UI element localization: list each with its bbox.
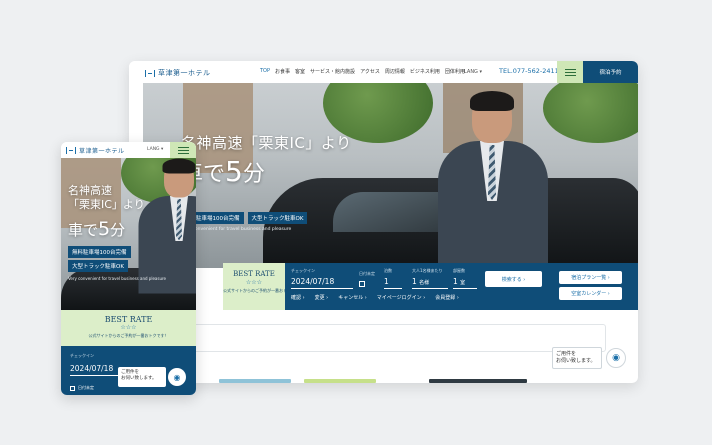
hotel-name: 草津第一ホテル: [158, 69, 211, 77]
best-rate-title: BEST RATE: [233, 270, 275, 278]
content-thumb: [304, 379, 376, 383]
nav-item-group[interactable]: 団体利用: [445, 68, 465, 75]
logo-mark-icon: [66, 147, 76, 154]
mobile-best-rate-panel: BEST RATE ☆☆☆ 公式サイトからのご予約が一番おトクです！: [61, 310, 196, 346]
mobile-hero-badges: 無料駐車場100台完備 大型トラック駐車OK: [68, 246, 131, 272]
chat-bubble[interactable]: ご用件を お伺い致します。: [552, 347, 602, 369]
parking-badge: 無料駐車場100台完備: [68, 246, 131, 258]
search-button[interactable]: 検索する ›: [485, 271, 542, 287]
best-rate-note: 公式サイトからのご予約が一番おトクです！: [223, 288, 303, 293]
logo-mark-icon: [145, 69, 155, 77]
best-rate-panel: BEST RATE ☆☆☆ 公式サイトからのご予約が一番おトクです！: [223, 263, 303, 310]
main-nav: TOP お食事 客室 サービス・館内施設 アクセス 周辺情報 ビジネス利用 団体…: [260, 68, 465, 75]
link-cancel[interactable]: キャンセル ›: [338, 294, 367, 301]
language-selector[interactable]: LANG ▾: [464, 69, 482, 75]
phone-number[interactable]: TEL.077-562-2411: [499, 67, 559, 75]
mobile-hamburger-menu-icon[interactable]: [170, 142, 196, 158]
content-thumb: [429, 379, 527, 383]
mobile-hotel-logo[interactable]: 草津第一ホテル: [66, 146, 125, 155]
adults-field[interactable]: 大人1名様あたり 1 名様: [412, 268, 448, 289]
mobile-hotel-name: 草津第一ホテル: [79, 148, 125, 155]
date-undecided-checkbox[interactable]: 日付未定: [359, 271, 375, 287]
hero-badges: 無料駐車場100台完備 大型トラック駐車OK: [181, 212, 308, 224]
chat-icon[interactable]: ◉: [606, 348, 626, 368]
checkin-date[interactable]: 2024/07/18: [291, 277, 353, 286]
reserve-button[interactable]: 宿泊予約: [583, 61, 638, 83]
link-register[interactable]: 会員登録 ›: [435, 294, 459, 301]
mobile-hero-subline: Very convenient for travel business and …: [68, 276, 167, 281]
booking-links: 確認 › 変更 › キャンセル › マイページログイン › 会員登録 ›: [291, 294, 459, 301]
link-change[interactable]: 変更 ›: [315, 294, 329, 301]
content-thumb: [219, 379, 291, 383]
nav-item-access[interactable]: アクセス: [360, 68, 380, 75]
businessman-image: [428, 91, 558, 268]
mobile-hero-headline: 名神高速 「栗東IC」より 車で5分: [68, 184, 145, 240]
mobile-chat-icon[interactable]: ◉: [168, 368, 186, 386]
plan-list-button[interactable]: 宿泊プラン一覧 ›: [559, 271, 622, 284]
nights-field[interactable]: 泊数 1: [384, 268, 402, 289]
nav-item-top[interactable]: TOP: [260, 68, 270, 75]
mobile-header: 草津第一ホテル LANG ▾: [61, 142, 196, 158]
desktop-header: 草津第一ホテル TOP お食事 客室 サービス・館内施設 アクセス 周辺情報 ビ…: [129, 61, 638, 83]
hero-headline: 名神高速「栗東IC」より 車で5分: [181, 132, 352, 188]
nav-item-rooms[interactable]: 客室: [295, 68, 305, 75]
best-rate-stars: ☆☆☆: [245, 279, 263, 286]
hero-subline: Very convenient for travel business and …: [181, 227, 292, 232]
mobile-preview: 草津第一ホテル LANG ▾ 名神高速 「栗東IC」より 車で5分 無料駐車場1…: [61, 142, 196, 395]
nav-item-services[interactable]: サービス・館内施設: [310, 68, 355, 75]
hotel-logo[interactable]: 草津第一ホテル: [145, 68, 211, 78]
mobile-chat-bubble[interactable]: ご用件を お伺い致します。: [118, 367, 166, 387]
desktop-preview: 草津第一ホテル TOP お食事 客室 サービス・館内施設 アクセス 周辺情報 ビ…: [129, 61, 638, 383]
hero-line-1: 名神高速「栗東IC」より: [181, 134, 352, 152]
vacancy-calendar-button[interactable]: 空室カレンダー ›: [559, 287, 622, 300]
checkin-field[interactable]: チェックイン 2024/07/18: [291, 268, 353, 289]
mobile-date-undecided-checkbox[interactable]: 日付未定: [70, 385, 94, 391]
nav-item-area[interactable]: 周辺情報: [385, 68, 405, 75]
nav-item-business[interactable]: ビジネス利用: [410, 68, 440, 75]
link-confirm[interactable]: 確認 ›: [291, 294, 305, 301]
link-mypage-login[interactable]: マイページログイン ›: [377, 294, 426, 301]
truck-badge: 大型トラック駐車OK: [247, 212, 308, 224]
truck-badge: 大型トラック駐車OK: [68, 260, 128, 272]
rooms-field[interactable]: 部屋数 1 室: [453, 268, 477, 289]
mobile-language-selector[interactable]: LANG ▾: [147, 147, 163, 152]
hero-line-2: 車で5分: [181, 155, 265, 188]
hamburger-menu-icon[interactable]: [557, 61, 583, 83]
nav-item-dining[interactable]: お食事: [275, 68, 290, 75]
content-box: [193, 324, 606, 352]
